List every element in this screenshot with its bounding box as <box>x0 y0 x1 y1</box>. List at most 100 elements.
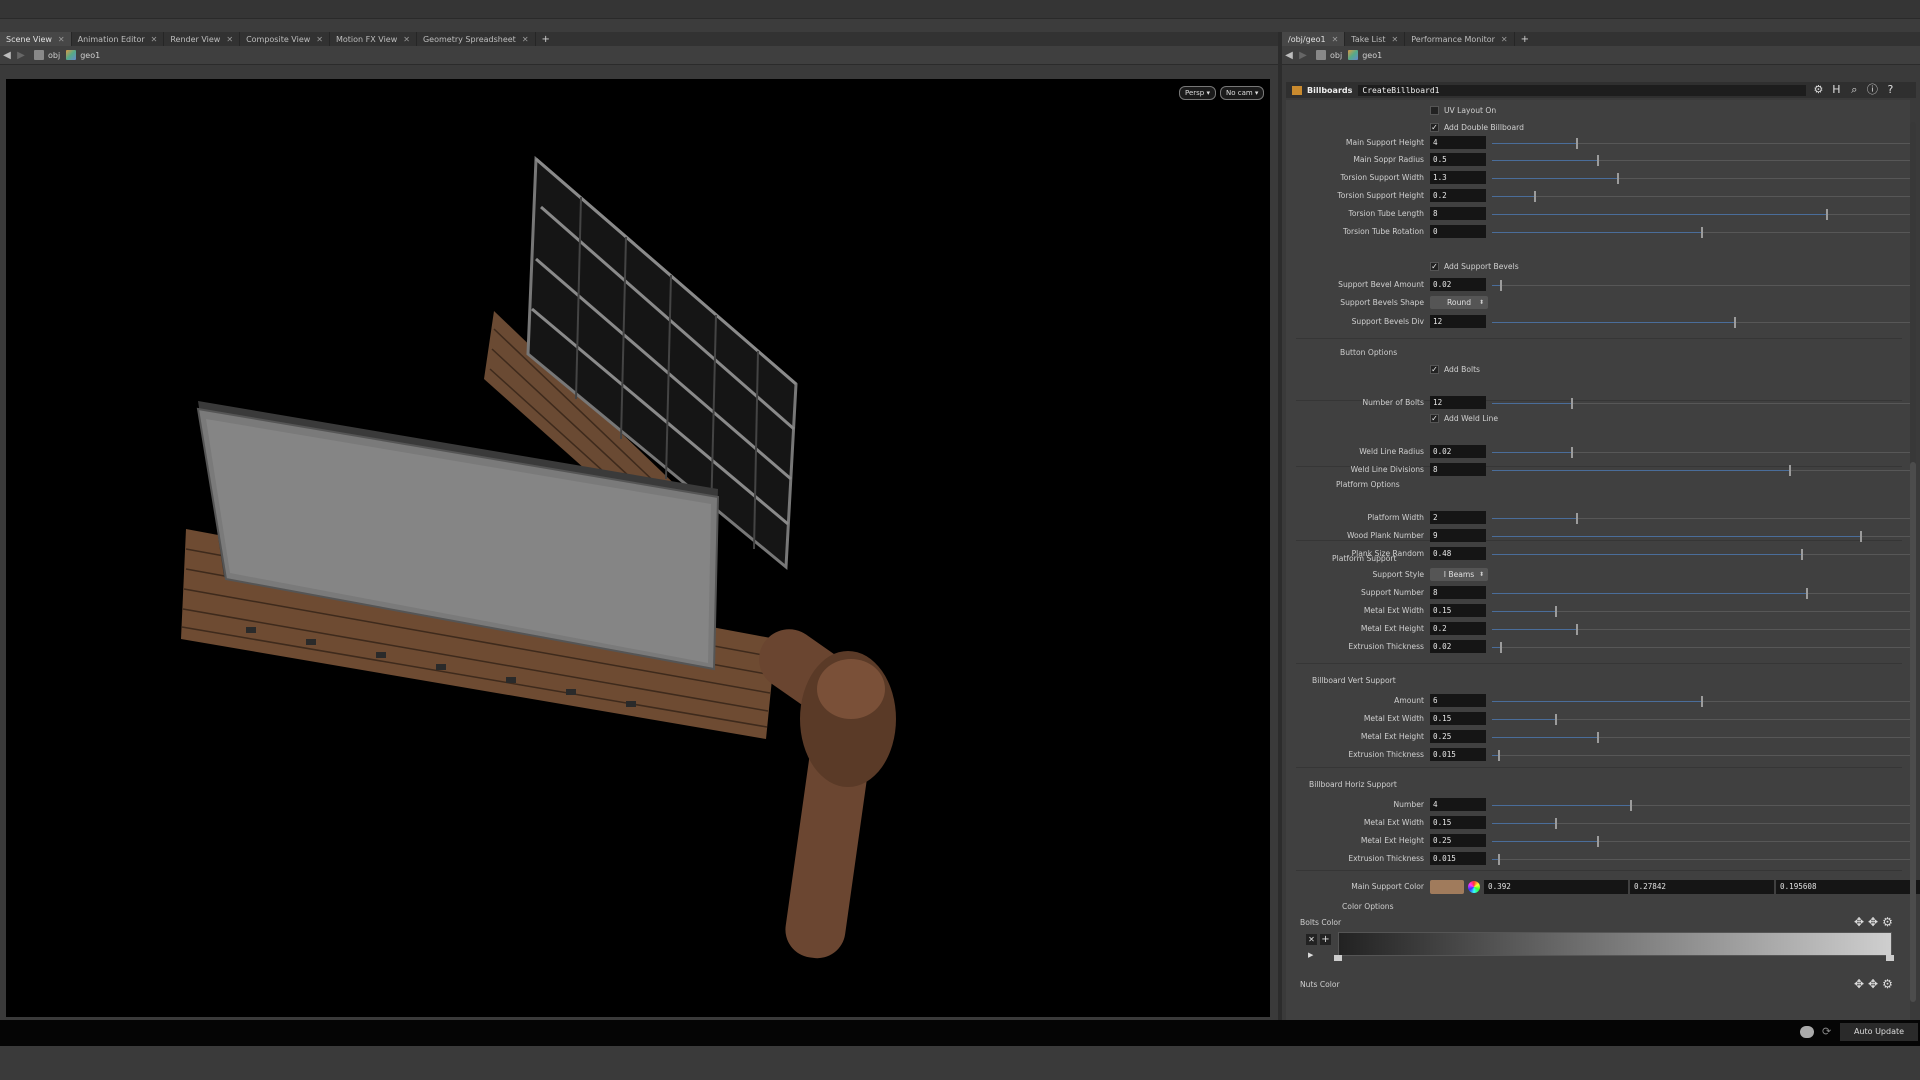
param-slider[interactable] <box>1492 818 1910 829</box>
slider-handle[interactable] <box>1788 465 1791 476</box>
color-r-field[interactable]: 0.392 <box>1484 880 1628 894</box>
param-slider[interactable] <box>1492 513 1910 524</box>
auto-update-dropdown[interactable]: Auto Update <box>1840 1023 1918 1041</box>
add-bolts-checkbox[interactable]: ✓ <box>1430 365 1439 374</box>
param-slider[interactable] <box>1492 465 1910 476</box>
slider-handle[interactable] <box>1629 800 1632 811</box>
add-tab-icon[interactable]: + <box>536 32 556 46</box>
param-value-field[interactable]: 4 <box>1430 798 1486 811</box>
param-value-field[interactable]: 0.5 <box>1430 153 1486 166</box>
ramp-key-start[interactable] <box>1334 955 1342 961</box>
param-value-field[interactable]: 0.02 <box>1430 640 1486 653</box>
param-value-field[interactable]: 0.2 <box>1430 622 1486 635</box>
close-icon[interactable]: ✕ <box>226 35 233 44</box>
param-slider[interactable] <box>1492 209 1910 220</box>
param-slider[interactable] <box>1492 227 1910 238</box>
refresh-icon[interactable]: ⟳ <box>1822 1025 1831 1038</box>
slider-handle[interactable] <box>1500 280 1503 291</box>
param-value-field[interactable]: 0.25 <box>1430 834 1486 847</box>
close-icon[interactable]: ✕ <box>1392 35 1399 44</box>
param-value-field[interactable]: 4 <box>1430 136 1486 149</box>
slider-handle[interactable] <box>1805 588 1808 599</box>
remove-key-icon[interactable]: ✕ <box>1306 934 1317 945</box>
param-slider[interactable] <box>1492 696 1910 707</box>
tab-scene-view[interactable]: Scene View ✕ <box>0 32 72 46</box>
help-h-icon[interactable]: H <box>1830 84 1842 96</box>
forward-arrow-icon[interactable]: ▶ <box>14 50 28 61</box>
param-value-field[interactable]: 0.15 <box>1430 604 1486 617</box>
slider-handle[interactable] <box>1571 447 1574 458</box>
close-icon[interactable]: ✕ <box>1501 35 1508 44</box>
tab-animation-editor[interactable]: Animation Editor ✕ <box>72 32 165 46</box>
breadcrumb-obj[interactable]: obj <box>1316 50 1342 60</box>
close-icon[interactable]: ✕ <box>58 35 65 44</box>
param-slider[interactable] <box>1492 531 1910 542</box>
param-slider[interactable] <box>1492 317 1910 328</box>
param-slider[interactable] <box>1492 606 1910 617</box>
slider-handle[interactable] <box>1533 191 1536 202</box>
slider-handle[interactable] <box>1554 818 1557 829</box>
slider-handle[interactable] <box>1575 513 1578 524</box>
slider-handle[interactable] <box>1596 732 1599 743</box>
param-slider[interactable] <box>1492 750 1910 761</box>
param-value-field[interactable]: 0.48 <box>1430 547 1486 560</box>
slider-handle[interactable] <box>1734 317 1737 328</box>
support-style-dropdown[interactable]: I Beams ⬍ <box>1430 568 1488 581</box>
ramp-tools-icon[interactable]: ✥✥⚙ <box>1854 915 1897 929</box>
breadcrumb-geo[interactable]: geo1 <box>66 50 100 60</box>
back-arrow-icon[interactable]: ◀ <box>0 50 14 61</box>
support-bevels-checkbox[interactable]: ✓ <box>1430 262 1439 271</box>
slider-handle[interactable] <box>1801 549 1804 560</box>
param-value-field[interactable]: 8 <box>1430 207 1486 220</box>
param-slider[interactable] <box>1492 800 1910 811</box>
close-icon[interactable]: ✕ <box>403 35 410 44</box>
breadcrumb-geo[interactable]: geo1 <box>1348 50 1382 60</box>
help-icon[interactable]: ? <box>1884 84 1896 96</box>
play-icon[interactable]: ▶ <box>1308 951 1313 959</box>
search-icon[interactable]: ⌕ <box>1848 84 1860 96</box>
tab-motion-fx-view[interactable]: Motion FX View ✕ <box>330 32 417 46</box>
param-slider[interactable] <box>1492 173 1910 184</box>
param-slider[interactable] <box>1492 854 1910 865</box>
close-icon[interactable]: ✕ <box>1332 35 1339 44</box>
param-value-field[interactable]: 0.15 <box>1430 816 1486 829</box>
slider-handle[interactable] <box>1596 155 1599 166</box>
param-slider[interactable] <box>1492 398 1910 409</box>
color-wheel-icon[interactable] <box>1468 881 1480 893</box>
param-slider[interactable] <box>1492 280 1910 291</box>
param-value-field[interactable]: 0.02 <box>1430 445 1486 458</box>
param-value-field[interactable]: 0 <box>1430 225 1486 238</box>
add-tab-icon[interactable]: + <box>1515 32 1535 46</box>
bevel-shape-dropdown[interactable]: Round ⬍ <box>1430 296 1488 309</box>
slider-handle[interactable] <box>1701 696 1703 707</box>
gear-icon[interactable]: ⚙ <box>1812 84 1824 96</box>
param-slider[interactable] <box>1492 549 1910 560</box>
param-value-field[interactable]: 0.02 <box>1430 278 1486 291</box>
slider-handle[interactable] <box>1500 642 1503 653</box>
close-icon[interactable]: ✕ <box>522 35 529 44</box>
slider-handle[interactable] <box>1596 836 1599 847</box>
param-value-field[interactable]: 8 <box>1430 586 1486 599</box>
close-icon[interactable]: ✕ <box>316 35 323 44</box>
param-value-field[interactable]: 12 <box>1430 315 1486 328</box>
tab-take-list[interactable]: Take List ✕ <box>1345 32 1406 46</box>
3d-viewport[interactable]: Persp ▾ No cam ▾ <box>6 79 1270 1017</box>
param-value-field[interactable]: 9 <box>1430 529 1486 542</box>
param-value-field[interactable]: 0.2 <box>1430 189 1486 202</box>
param-value-field[interactable]: 8 <box>1430 463 1486 476</box>
color-b-field[interactable]: 0.195608 <box>1776 880 1920 894</box>
param-slider[interactable] <box>1492 155 1910 166</box>
back-arrow-icon[interactable]: ◀ <box>1282 50 1296 61</box>
param-value-field[interactable]: 0.015 <box>1430 748 1486 761</box>
add-key-icon[interactable]: + <box>1320 934 1331 945</box>
tab-render-view[interactable]: Render View ✕ <box>164 32 241 46</box>
color-g-field[interactable]: 0.27842 <box>1630 880 1774 894</box>
tab-obj-geo1[interactable]: /obj/geo1 ✕ <box>1282 32 1346 46</box>
scrollbar-thumb[interactable] <box>1910 462 1916 1002</box>
tab-geometry-spreadsheet[interactable]: Geometry Spreadsheet ✕ <box>417 32 536 46</box>
param-value-field[interactable]: 12 <box>1430 396 1486 409</box>
tab-performance-monitor[interactable]: Performance Monitor ✕ <box>1405 32 1515 46</box>
slider-handle[interactable] <box>1571 398 1574 409</box>
ramp-key-end[interactable] <box>1886 955 1894 961</box>
tab-composite-view[interactable]: Composite View ✕ <box>240 32 330 46</box>
